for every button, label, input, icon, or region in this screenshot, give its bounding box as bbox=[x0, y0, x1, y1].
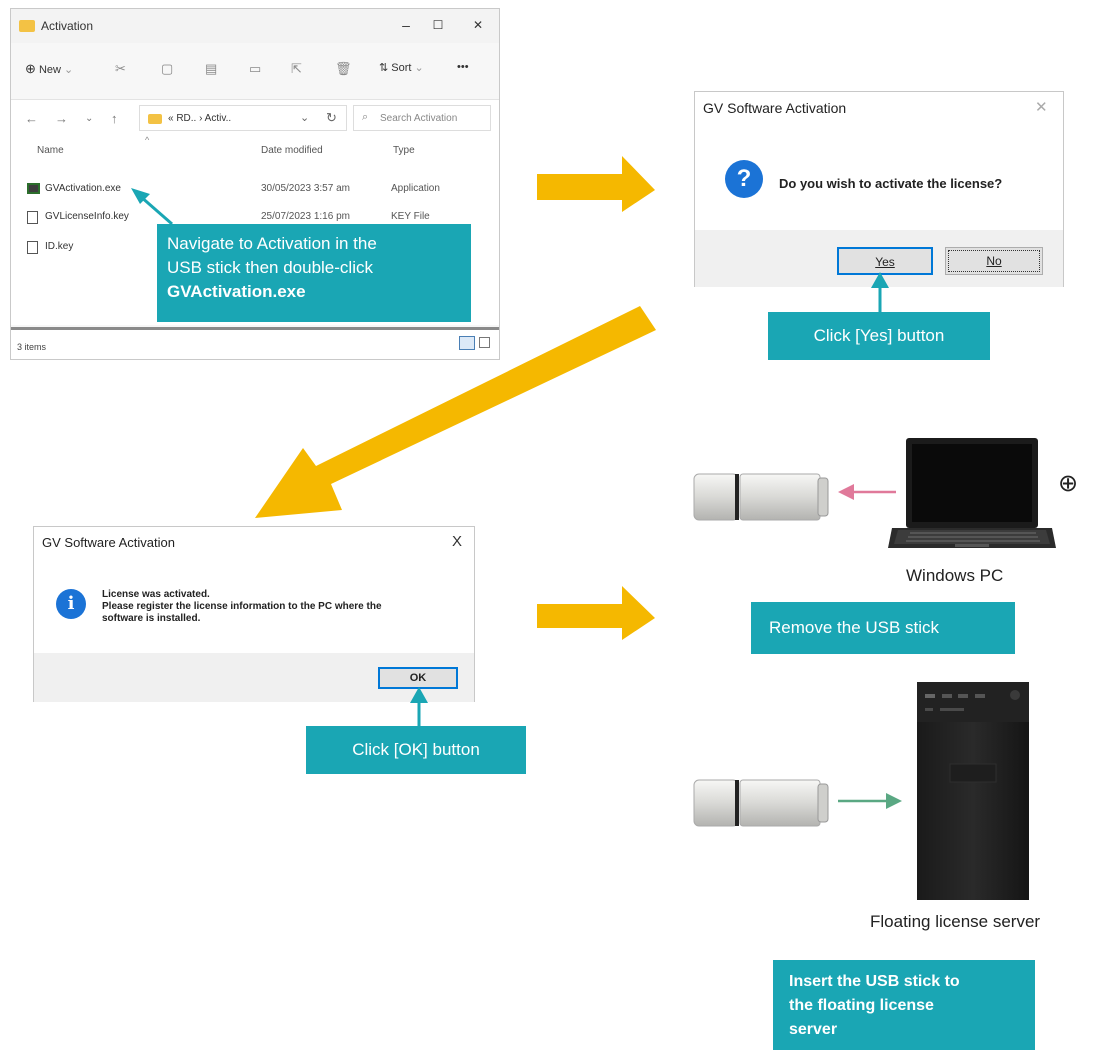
diagram-graphics bbox=[131, 156, 1056, 900]
diagonal-arrow bbox=[255, 306, 656, 518]
pointer-arrow-exe bbox=[131, 188, 173, 226]
pointer-arrow-ok bbox=[410, 687, 428, 726]
green-arrow-icon bbox=[838, 793, 902, 809]
pink-arrow-icon bbox=[838, 484, 896, 500]
pointer-arrow-yes bbox=[871, 272, 889, 312]
usb-stick-icon bbox=[693, 779, 829, 827]
right-arrow-bottom bbox=[537, 586, 655, 640]
usb-stick-icon bbox=[693, 473, 829, 521]
right-arrow-top bbox=[537, 156, 655, 212]
server-tower-icon bbox=[917, 682, 1029, 900]
laptop-icon bbox=[888, 438, 1056, 548]
